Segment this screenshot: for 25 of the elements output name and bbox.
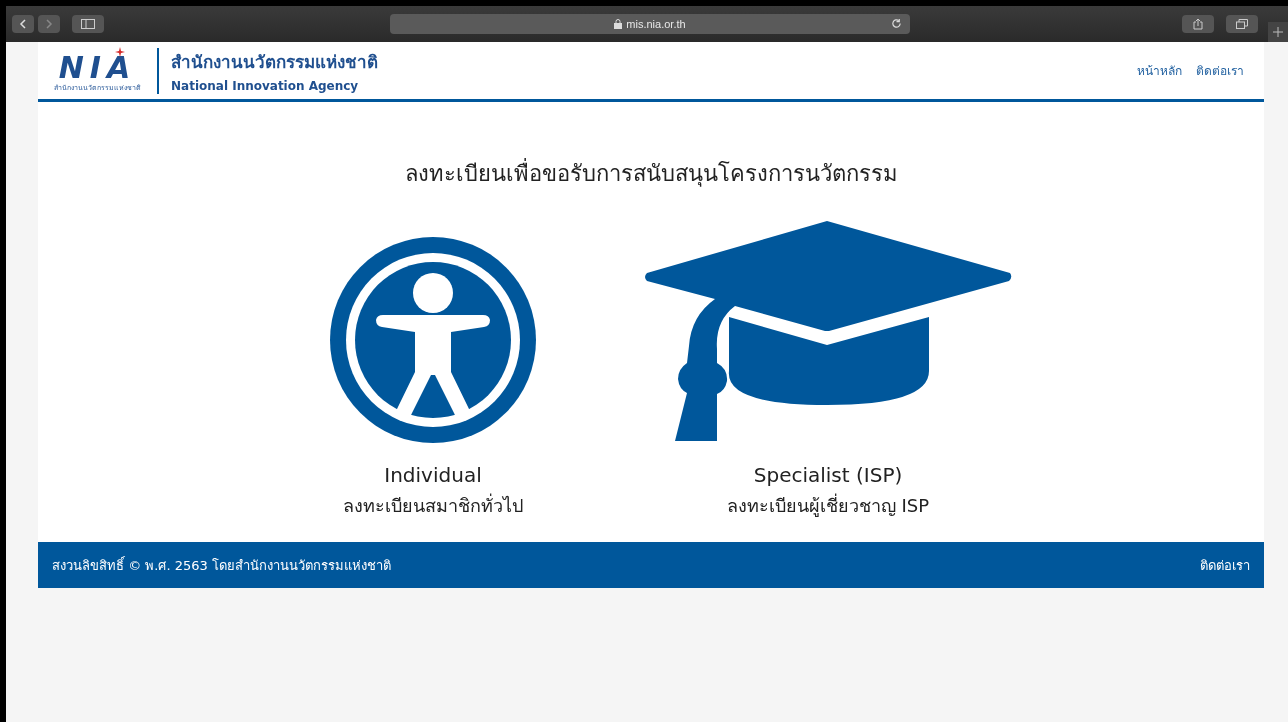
copyright-text: สงวนลิขสิทธิ์ © พ.ศ. 2563 โดยสำนักงานนวัตกรรมแห่งชาติ xyxy=(52,555,391,575)
new-tab-button[interactable] xyxy=(1268,22,1288,42)
agency-name-english: National Innovation Agency xyxy=(171,79,360,93)
address-bar[interactable]: mis.nia.or.th xyxy=(390,14,910,34)
lock-icon xyxy=(614,19,623,29)
graduation-cap-icon xyxy=(643,221,1013,443)
nav-link[interactable]: ติดต่อเรา xyxy=(1196,61,1244,80)
registration-option[interactable]: Specialist (ISP) ลงทะเบียนผู้เชี่ยวชาญ ISP xyxy=(643,221,1013,520)
agency-name-thai: สำนักงานนวัตกรรมแห่งชาติ xyxy=(171,51,378,74)
nav-link[interactable]: หน้าหลัก xyxy=(1137,61,1182,80)
reload-icon[interactable] xyxy=(891,18,902,29)
contact-link[interactable]: ติดต่อเรา xyxy=(1200,554,1250,576)
sidebar-icon xyxy=(81,19,95,29)
page-heading: ลงทะเบียนเพื่อขอรับการสนับสนุนโครงการนวัตกรรม xyxy=(38,156,1264,191)
url-text: mis.nia.or.th xyxy=(626,18,686,30)
share-button[interactable] xyxy=(1182,15,1214,33)
tabs-button[interactable] xyxy=(1226,15,1258,33)
tabs-icon xyxy=(1236,19,1248,29)
back-button[interactable] xyxy=(12,15,34,33)
sidebar-button[interactable] xyxy=(72,15,104,33)
plus-icon xyxy=(1273,27,1283,37)
chevron-left-icon xyxy=(19,19,27,29)
share-icon xyxy=(1193,18,1203,30)
registration-option[interactable]: Individual ลงทะเบียนสมาชิกทั่วไป xyxy=(289,237,577,520)
chevron-right-icon xyxy=(45,19,53,29)
